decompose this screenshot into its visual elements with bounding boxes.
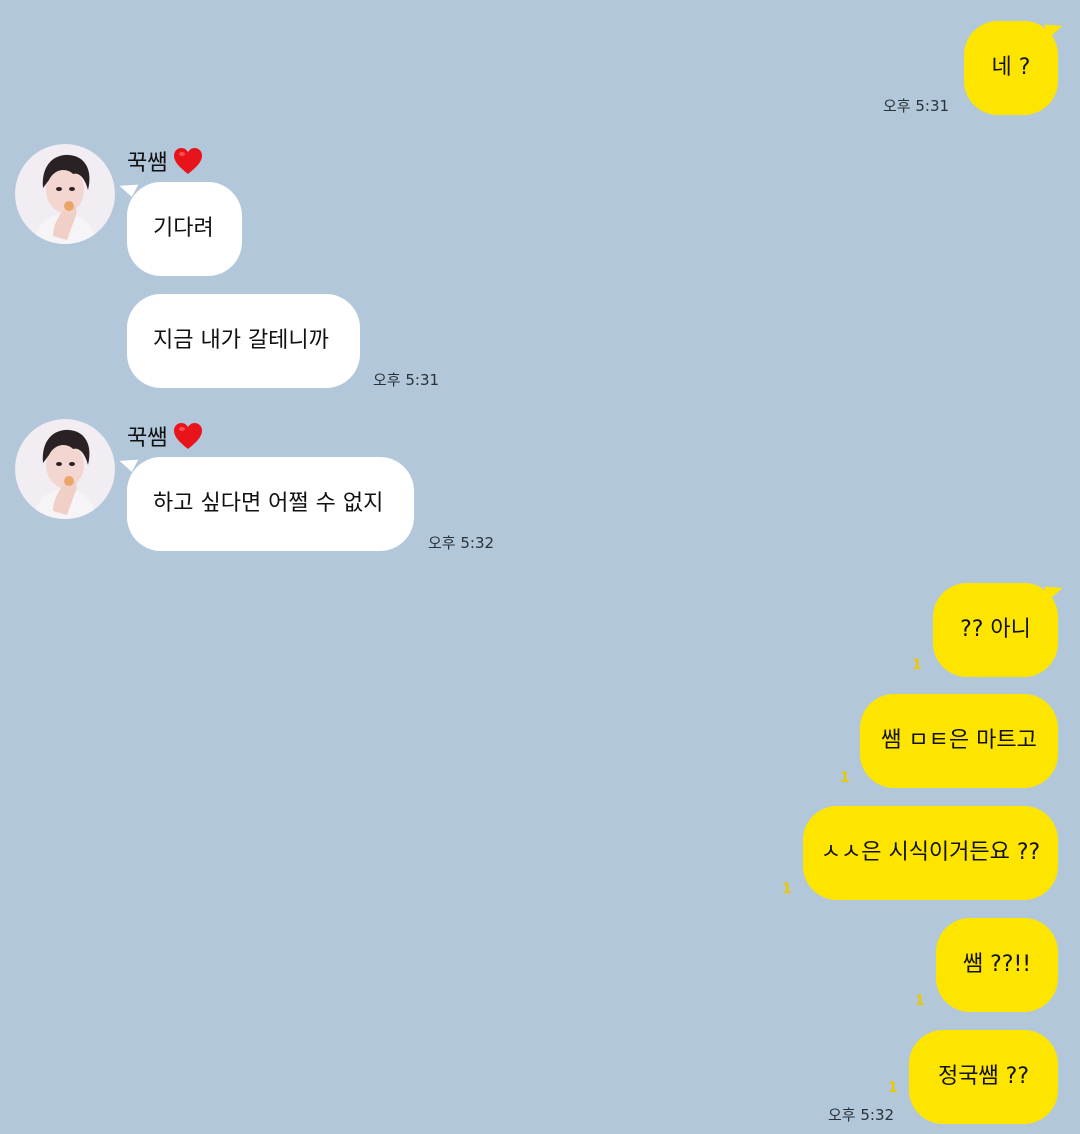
message-text: ㅅㅅ은 시식이거든요 ?? <box>820 840 1041 865</box>
unread-count: 1 <box>840 770 850 786</box>
message-text: 지금 내가 갈테니까 <box>153 328 329 353</box>
sender-name: 꾹쌤 <box>127 420 203 452</box>
their-message-bubble[interactable]: 기다려 <box>127 182 242 276</box>
message-text: ?? 아니 <box>960 617 1031 642</box>
my-message-bubble[interactable]: ㅅㅅ은 시식이거든요 ?? <box>803 806 1058 900</box>
their-message-bubble[interactable]: 하고 싶다면 어쩔 수 없지 <box>127 457 414 551</box>
message-timestamp: 오후 5:32 <box>828 1106 895 1124</box>
unread-count: 1 <box>888 1080 898 1096</box>
profile-photo-icon <box>15 144 115 244</box>
my-message-bubble[interactable]: 쌤 ??!! <box>936 918 1058 1012</box>
message-text: 네 ? <box>991 55 1031 80</box>
unread-count: 1 <box>782 881 792 897</box>
sender-name: 꾹쌤 <box>127 145 203 177</box>
profile-photo-icon <box>15 419 115 519</box>
avatar[interactable] <box>15 419 115 519</box>
unread-count: 1 <box>912 657 922 673</box>
unread-count: 1 <box>915 993 925 1009</box>
message-timestamp: 오후 5:31 <box>373 371 440 389</box>
message-text: 정국쌤 ?? <box>937 1064 1030 1089</box>
message-text: 쌤 ??!! <box>962 952 1032 977</box>
heart-icon <box>174 423 203 449</box>
message-text: 쌤 ㅁㅌ은 마트고 <box>881 728 1037 753</box>
their-message-bubble[interactable]: 지금 내가 갈테니까 <box>127 294 360 388</box>
heart-icon <box>174 148 203 174</box>
message-timestamp: 오후 5:31 <box>883 97 950 115</box>
message-text: 하고 싶다면 어쩔 수 없지 <box>153 491 384 516</box>
avatar[interactable] <box>15 144 115 244</box>
my-message-bubble[interactable]: 정국쌤 ?? <box>909 1030 1058 1124</box>
message-text: 기다려 <box>153 216 214 241</box>
my-message-bubble[interactable]: ?? 아니 <box>933 583 1058 677</box>
my-message-bubble[interactable]: 네 ? <box>964 21 1058 115</box>
my-message-bubble[interactable]: 쌤 ㅁㅌ은 마트고 <box>860 694 1058 788</box>
message-timestamp: 오후 5:32 <box>428 534 495 552</box>
